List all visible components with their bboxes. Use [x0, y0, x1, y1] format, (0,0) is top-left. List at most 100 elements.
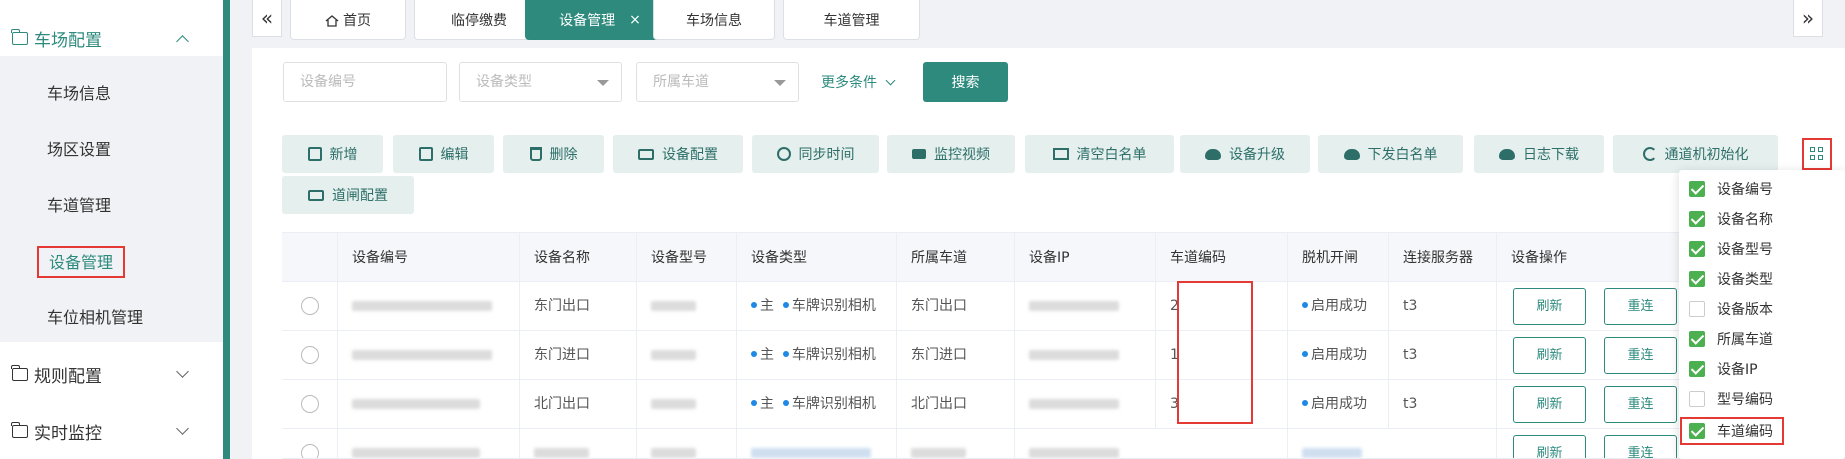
reconnect-button[interactable]: 重连 [1604, 288, 1677, 325]
device-code-input[interactable]: 设备编号 [283, 62, 447, 102]
checkbox[interactable] [1689, 391, 1705, 407]
edit-icon [418, 147, 433, 161]
clear-whitelist-button[interactable]: 清空白名单 [1025, 135, 1174, 173]
sidebar-item-lane-management[interactable]: 车道管理 [47, 194, 111, 218]
device-ip-cell [1014, 331, 1155, 380]
reconnect-button[interactable]: 重连 [1604, 337, 1677, 374]
tab-lane-management[interactable]: 车道管理 [783, 0, 920, 40]
tab-label: 临停缴费 [451, 12, 507, 29]
log-download-button[interactable]: 日志下载 [1474, 135, 1604, 173]
column-option[interactable]: 型号编码 [1689, 385, 1773, 413]
type-main: 主 [760, 396, 774, 412]
row-radio[interactable] [301, 444, 319, 458]
device-ip-cell [1014, 380, 1155, 429]
table-row: 刷新 重连 [282, 429, 1845, 459]
type-main: 主 [760, 347, 774, 363]
column-option[interactable]: 设备IP [1689, 355, 1758, 383]
lane-select[interactable]: 所属车道 [636, 62, 799, 102]
lane-cell: 北门出口 [896, 380, 1014, 429]
reconnect-button[interactable]: 重连 [1604, 435, 1677, 458]
monitor-video-button[interactable]: 监控视频 [887, 135, 1015, 173]
device-code-cell [337, 331, 519, 380]
reconnect-button[interactable]: 重连 [1604, 386, 1677, 423]
monitor-icon [308, 189, 324, 201]
sidebar-item-parking-info[interactable]: 车场信息 [47, 82, 111, 106]
menu-group-realtime-monitor[interactable]: 实时监控 [0, 403, 223, 459]
refresh-button[interactable]: 刷新 [1513, 435, 1586, 458]
column-option[interactable]: 设备编号 [1689, 175, 1773, 203]
button-label: 删除 [549, 147, 578, 163]
more-conditions-toggle[interactable]: 更多条件 [821, 72, 896, 92]
device-config-button[interactable]: 设备配置 [613, 135, 743, 173]
sync-time-button[interactable]: 同步时间 [752, 135, 879, 173]
channel-init-button[interactable]: 通道机初始化 [1613, 135, 1778, 173]
column-option[interactable]: 设备型号 [1689, 235, 1773, 263]
row-radio[interactable] [301, 297, 319, 315]
device-upgrade-button[interactable]: 设备升级 [1180, 135, 1310, 173]
checkbox[interactable] [1689, 181, 1705, 197]
column-option-label: 设备IP [1717, 362, 1758, 378]
search-button[interactable]: 搜索 [923, 62, 1008, 102]
close-icon[interactable]: × [629, 12, 641, 28]
tab-parking-info[interactable]: 车场信息 [653, 0, 775, 40]
column-option[interactable]: 所属车道 [1689, 325, 1773, 353]
checkbox[interactable] [1689, 361, 1705, 377]
checkbox[interactable] [1689, 211, 1705, 227]
server-cell: t3 [1388, 380, 1496, 429]
column-header: 设备IP [1014, 233, 1155, 283]
tabs-next-button[interactable]: » [1793, 0, 1823, 37]
trash-icon [529, 147, 542, 161]
device-type-select[interactable]: 设备类型 [459, 62, 622, 102]
tabs-prev-button[interactable]: « [252, 0, 282, 37]
delete-button[interactable]: 删除 [503, 135, 604, 173]
button-label: 设备配置 [662, 147, 718, 163]
column-option[interactable]: 设备名称 [1689, 205, 1773, 233]
menu-group-rule-config[interactable]: 规则配置 [0, 346, 223, 402]
column-option[interactable]: 设备版本 [1689, 295, 1773, 323]
device-name-cell: 东门进口 [519, 331, 636, 380]
checkbox[interactable] [1689, 301, 1705, 317]
cloud-download-icon [1499, 148, 1515, 160]
tab-home[interactable]: 首页 [290, 0, 406, 40]
refresh-button[interactable]: 刷新 [1513, 386, 1586, 423]
device-code-cell [337, 282, 519, 331]
column-option-label: 设备类型 [1717, 272, 1773, 288]
chevron-down-icon [176, 365, 189, 378]
checkbox[interactable] [1689, 241, 1705, 257]
menu-group-label: 实时监控 [34, 423, 102, 444]
sidebar-item-space-camera[interactable]: 车位相机管理 [47, 306, 143, 330]
row-radio[interactable] [301, 395, 319, 413]
row-radio[interactable] [301, 346, 319, 364]
menu-group-label: 规则配置 [34, 366, 102, 387]
cloud-upload-icon [1343, 148, 1360, 160]
folder-icon [11, 28, 28, 45]
offline-gate-cell: 启用成功 [1287, 380, 1388, 429]
column-header: 设备型号 [636, 233, 736, 283]
column-settings-button[interactable] [1802, 138, 1832, 170]
refresh-button[interactable]: 刷新 [1513, 337, 1586, 374]
button-label: 新增 [329, 147, 358, 163]
issue-whitelist-button[interactable]: 下发白名单 [1318, 135, 1463, 173]
chevron-down-icon [885, 75, 896, 86]
edit-button[interactable]: 编辑 [393, 135, 494, 173]
select-placeholder: 所属车道 [653, 74, 709, 90]
type-main: 主 [760, 298, 774, 314]
column-option[interactable]: 设备类型 [1689, 265, 1773, 293]
table-row: 东门进口 主 车牌识别相机 东门进口 1 启用成功 t3 刷新 重连 [282, 331, 1845, 380]
gate-config-button[interactable]: 道闸配置 [282, 176, 414, 214]
device-type-cell [736, 429, 896, 458]
video-icon [912, 149, 926, 159]
add-button[interactable]: 新增 [282, 135, 383, 173]
sidebar-item-zone-settings[interactable]: 场区设置 [47, 138, 111, 162]
cloud-upload-icon [1205, 148, 1221, 160]
column-option-label: 设备编号 [1717, 182, 1773, 198]
refresh-button[interactable]: 刷新 [1513, 288, 1586, 325]
button-label: 清空白名单 [1076, 147, 1147, 163]
button-label: 编辑 [440, 147, 469, 163]
sidebar-item-device-management[interactable]: 设备管理 [37, 246, 126, 278]
tab-label: 车场信息 [686, 12, 742, 29]
checkbox[interactable] [1689, 271, 1705, 287]
checkbox[interactable] [1689, 331, 1705, 347]
lane-code-option-highlight [1680, 417, 1784, 445]
column-header: 连接服务器 [1388, 233, 1496, 283]
